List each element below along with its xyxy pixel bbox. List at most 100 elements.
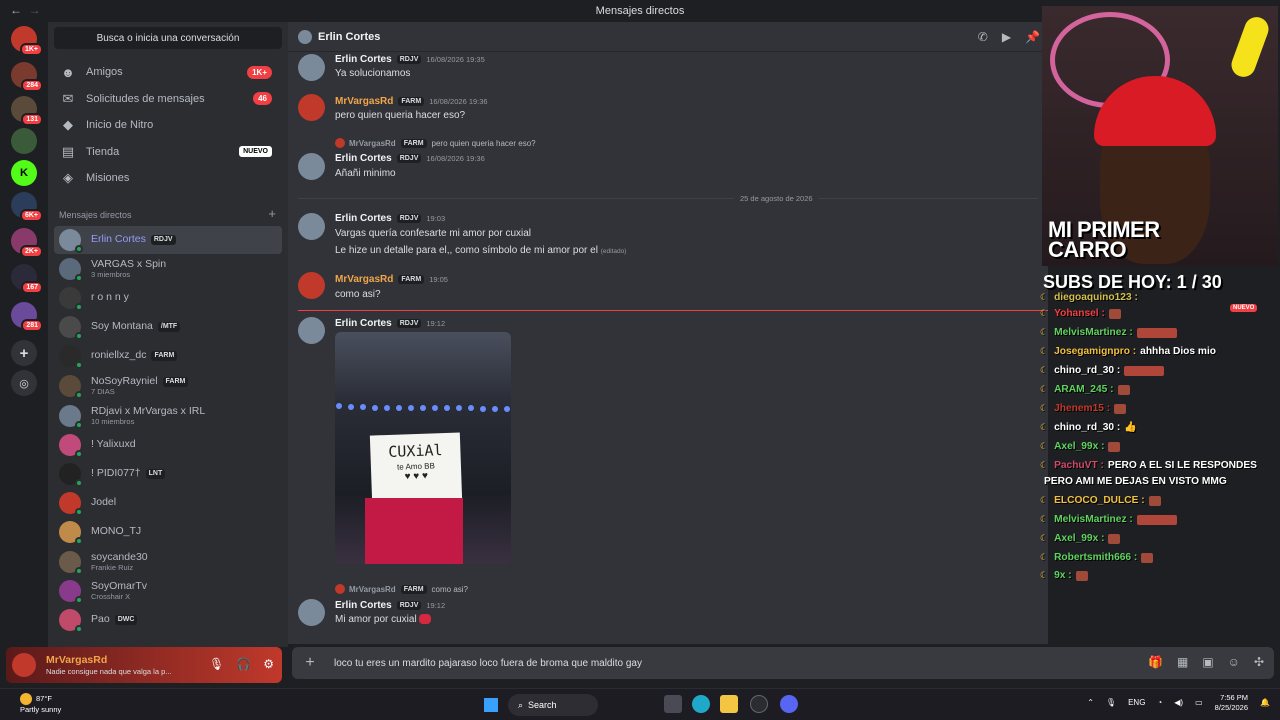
emoji-icon[interactable]: ☺ xyxy=(1228,655,1240,669)
dm-item[interactable]: Jodel xyxy=(54,489,282,517)
dm-name: r o n n y xyxy=(91,291,129,304)
app-icon[interactable] xyxy=(750,695,768,713)
message-author[interactable]: Erlin Cortes RDJV 19:03 xyxy=(335,213,445,224)
subs-counter: SUBS DE HOY: 1 / 30 xyxy=(1043,272,1222,292)
message-author[interactable]: Erlin Cortes RDJV 19:12 xyxy=(335,318,445,329)
avatar[interactable] xyxy=(298,272,325,299)
stream-chat-line: ☾ chino_rd_30 : xyxy=(1040,365,1165,376)
file-explorer-icon[interactable] xyxy=(720,695,738,713)
handwritten-card: CUXiAl te Amo BB ♥ ♥ ♥ xyxy=(369,432,463,504)
chat-username: chino_rd_30 : xyxy=(1054,365,1121,376)
attach-plus-icon[interactable]: + xyxy=(292,654,328,672)
stream-chat-line: ☾ Yohansel : xyxy=(1040,308,1121,319)
server-icon[interactable]: 167 xyxy=(11,264,43,294)
avatar[interactable] xyxy=(298,213,325,240)
video-icon[interactable]: ▶ xyxy=(1002,30,1011,44)
pin-icon[interactable]: 📌 xyxy=(1025,30,1040,44)
edge-icon[interactable] xyxy=(692,695,710,713)
server-icon[interactable]: 281 xyxy=(11,302,43,332)
message-author[interactable]: Erlin Cortes RDJV 19:12 xyxy=(335,600,445,611)
mic-icon[interactable]: 🎙 xyxy=(1106,698,1116,707)
chevron-up-icon[interactable]: ⌃ xyxy=(1087,698,1094,707)
message-input-text[interactable]: loco tu eres un mardito pajaraso loco fu… xyxy=(334,658,642,669)
discord-icon[interactable] xyxy=(780,695,798,713)
task-view-icon[interactable] xyxy=(664,695,682,713)
nav-nitro[interactable]: ◆ Inicio de Nitro xyxy=(54,112,282,138)
status-indicator xyxy=(75,450,83,458)
nav-arrows[interactable]: ← → xyxy=(10,3,41,17)
server-icon[interactable]: 6K+ xyxy=(11,192,43,222)
microphone-icon[interactable]: 🎙 xyxy=(209,657,224,671)
avatar[interactable] xyxy=(298,599,325,626)
nav-quests[interactable]: ◈ Misiones xyxy=(54,165,282,191)
nav-mail[interactable]: ✉ Solicitudes de mensajes 46 xyxy=(54,86,282,112)
avatar[interactable] xyxy=(298,94,325,121)
dm-item[interactable]: SoyOmarTv Crosshair X xyxy=(54,577,282,605)
image-attachment[interactable]: CUXiAl te Amo BB ♥ ♥ ♥ xyxy=(335,332,511,564)
nav-friends[interactable]: ☻ Amigos 1K+ xyxy=(54,59,282,85)
search-conversation-button[interactable]: Busca o inicia una conversación xyxy=(54,27,282,49)
dm-item[interactable]: VARGAS x Spin 3 miembros xyxy=(54,255,282,283)
server-icon[interactable]: 1K+ xyxy=(11,26,43,56)
server-icon[interactable]: 131 xyxy=(11,96,43,126)
emote-icon xyxy=(1114,403,1127,414)
windows-start-icon[interactable] xyxy=(484,698,498,712)
avatar xyxy=(59,463,83,487)
dm-name: MONO_TJ xyxy=(91,525,142,538)
emote-icon xyxy=(1117,384,1130,395)
message-input[interactable]: + loco tu eres un mardito pajaraso loco … xyxy=(292,647,1274,679)
phone-icon[interactable]: ✆ xyxy=(978,30,988,44)
gift-icon[interactable]: 🎁 xyxy=(1148,655,1163,669)
dm-item[interactable]: roniellxz_dc FARM xyxy=(54,342,282,370)
server-icon[interactable]: K xyxy=(11,160,37,186)
language-indicator[interactable]: ENG xyxy=(1128,698,1145,707)
message-author[interactable]: Erlin Cortes RDJV 16/08/2026 19:35 xyxy=(335,54,485,65)
message-author[interactable]: MrVargasRd FARM 19:05 xyxy=(335,274,448,285)
taskbar-search[interactable]: ⌕ Search xyxy=(508,694,598,716)
webcam-overlay: MI PRIMER CARRO xyxy=(1042,6,1278,266)
server-icon[interactable]: 284 xyxy=(11,62,43,92)
message-author[interactable]: MrVargasRd FARM 16/08/2026 19:36 xyxy=(335,96,488,107)
dm-item[interactable]: r o n n y xyxy=(54,284,282,312)
stream-banner: MI PRIMER CARRO xyxy=(1048,217,1160,262)
avatar xyxy=(59,229,83,253)
wifi-icon[interactable]: ◔ xyxy=(1157,698,1162,707)
server-icon[interactable] xyxy=(11,128,37,154)
avatar[interactable] xyxy=(298,317,325,344)
battery-icon[interactable]: ▭ xyxy=(1195,698,1203,707)
shop-icon: ▤ xyxy=(61,143,75,159)
moon-badge-icon: ☾ xyxy=(1040,495,1049,505)
reply-preview[interactable]: MrVargasRd FARM pero quien queria hacer es… xyxy=(335,138,536,148)
weather-widget[interactable]: 87°F Partly sunny xyxy=(20,693,61,714)
dm-item[interactable]: ! PIDI077† LNT xyxy=(54,460,282,488)
stream-chat-line: ☾ chino_rd_30 : 👍 xyxy=(1040,422,1137,433)
compass-icon[interactable]: ◎ xyxy=(11,370,37,396)
dm-subtitle: 7 DIAS xyxy=(91,386,115,396)
dm-item[interactable]: Erlin Cortes RDJV xyxy=(54,226,282,254)
server-icon[interactable]: 2K+ xyxy=(11,228,43,258)
gear-icon[interactable]: ⚙ xyxy=(263,657,274,671)
add-server-icon[interactable]: + xyxy=(11,340,37,366)
notification-icon[interactable]: 🔔 xyxy=(1260,698,1270,707)
dm-item[interactable]: soycande30 Frankie Ruiz xyxy=(54,548,282,576)
reply-preview[interactable]: MrVargasRd FARM como asi? xyxy=(335,584,468,594)
gif-icon[interactable]: ▦ xyxy=(1177,655,1188,669)
message-author[interactable]: Erlin Cortes RDJV 16/08/2026 19:36 xyxy=(335,153,485,164)
apps-icon[interactable]: ✣ xyxy=(1254,655,1264,669)
dm-item[interactable]: MONO_TJ xyxy=(54,518,282,546)
headphones-icon[interactable]: 🎧 xyxy=(236,657,251,671)
dm-item[interactable]: Soy Montana/MTF xyxy=(54,313,282,341)
avatar[interactable] xyxy=(298,54,325,81)
sticker-icon[interactable]: ▣ xyxy=(1202,655,1213,669)
avatar xyxy=(335,584,345,594)
clock[interactable]: 7:56 PM 8/25/2026 xyxy=(1215,693,1248,713)
avatar[interactable] xyxy=(298,153,325,180)
avatar[interactable] xyxy=(12,653,36,677)
dm-item[interactable]: Pao DWC xyxy=(54,606,282,634)
volume-icon[interactable]: ◀) xyxy=(1174,698,1183,707)
nav-shop[interactable]: ▤ Tienda NUEVO xyxy=(54,139,282,165)
new-dm-icon[interactable]: + xyxy=(268,206,276,221)
dm-item[interactable]: ! Yalixuxd xyxy=(54,431,282,459)
dm-item[interactable]: NoSoyRayniel FARM 7 DIAS xyxy=(54,372,282,400)
dm-item[interactable]: RDjavi x MrVargas x IRL 10 miembros xyxy=(54,402,282,430)
